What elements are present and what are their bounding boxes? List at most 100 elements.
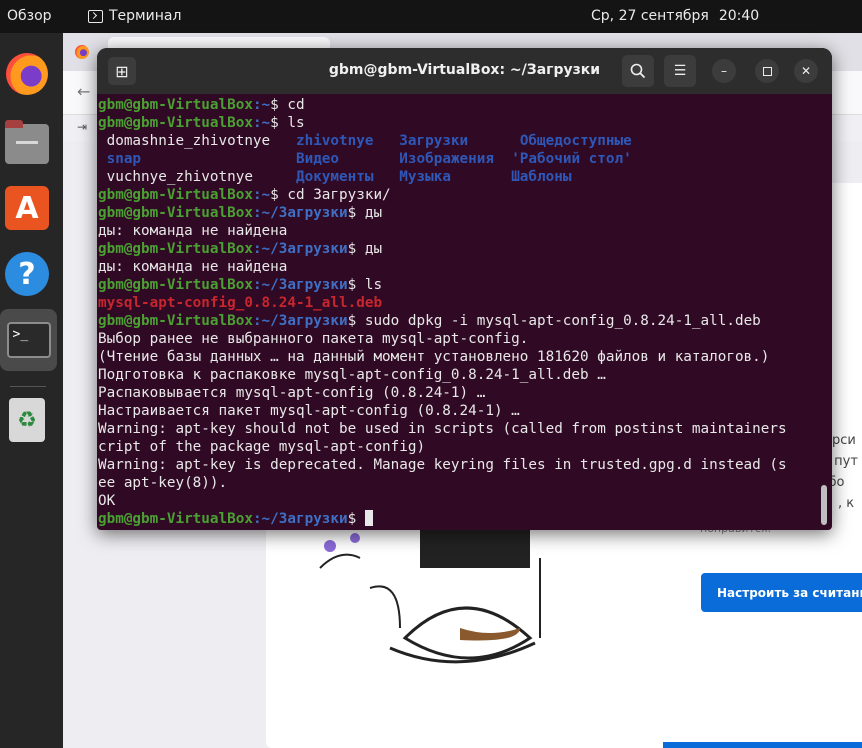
help-icon: ?	[5, 252, 49, 296]
ls-file-entry: mysql-apt-config_0.8.24-1_all.deb	[98, 295, 383, 311]
app-center-icon: A	[5, 186, 49, 230]
minimize-button[interactable]: –	[712, 59, 736, 83]
output-text: Выбор ранее не выбранного пакета mysql-a…	[98, 331, 529, 347]
close-icon: ✕	[800, 64, 812, 78]
menu-button[interactable]: ☰	[664, 55, 696, 87]
page-bottom-bar	[663, 742, 862, 748]
terminal-line: gbm@gbm-VirtualBox:~$ ls	[98, 114, 818, 132]
prompt-user: gbm@gbm-VirtualBox	[98, 205, 253, 221]
terminal-line: Настраивается пакет mysql-apt-config (0.…	[98, 402, 818, 420]
ls-dir-entry: Изображения	[399, 151, 494, 167]
ls-dir-entry: zhivotnye	[295, 133, 374, 149]
dock-files[interactable]	[4, 120, 50, 167]
clock[interactable]: Ср, 27 сентября 20:40	[591, 8, 759, 24]
output-text: ee apt-key(8)).	[98, 475, 228, 491]
ls-dir-entry: Документы	[295, 169, 374, 185]
terminal-line: gbm@gbm-VirtualBox:~/Загрузки$	[98, 510, 818, 528]
trash-icon: ♻	[9, 398, 45, 442]
command-text: $ ды	[347, 205, 383, 221]
firefox-view-icon[interactable]	[75, 45, 89, 59]
ls-entry	[98, 151, 107, 167]
prompt-path: :~/Загрузки	[252, 205, 348, 221]
terminal-line: snap Видео Изображения 'Рабочий стол'	[98, 150, 818, 168]
terminal-line: gbm@gbm-VirtualBox:~$ cd Загрузки/	[98, 186, 818, 204]
terminal-line: cript of the package mysql-apt-config)	[98, 438, 818, 456]
terminal-line: Распаковывается mysql-apt-config (0.8.24…	[98, 384, 818, 402]
maximize-button[interactable]	[755, 59, 779, 83]
ls-entry: domashnie_zhivotnye	[98, 133, 296, 149]
terminal-line: gbm@gbm-VirtualBox:~/Загрузки$ ды	[98, 240, 818, 258]
terminal-line: (Чтение базы данных … на данный момент у…	[98, 348, 818, 366]
output-text: ды: команда не найдена	[98, 259, 288, 275]
import-bookmarks-icon[interactable]: ⇥	[77, 120, 87, 134]
terminal-line: OK	[98, 492, 818, 510]
maximize-icon	[762, 66, 772, 76]
output-text: Warning: apt-key is deprecated. Manage k…	[98, 457, 787, 473]
back-arrow-icon[interactable]: ←	[77, 82, 90, 101]
terminal-output[interactable]: gbm@gbm-VirtualBox:~$ cd gbm@gbm-VirtualB…	[98, 94, 818, 530]
command-text: $ ды	[347, 241, 383, 257]
prompt-path: :~/Загрузки	[252, 313, 348, 329]
output-text: Warning: apt-key should not be used in s…	[98, 421, 787, 437]
terminal-icon: >_	[6, 322, 51, 358]
ls-entry	[339, 151, 399, 167]
terminal-line: gbm@gbm-VirtualBox:~$ cd	[98, 96, 818, 114]
firefox-icon	[6, 53, 48, 95]
close-button[interactable]: ✕	[794, 59, 818, 83]
terminal-line: Подготовка к распаковке mysql-apt-config…	[98, 366, 818, 384]
app-menu[interactable]: Терминал	[88, 8, 181, 24]
ls-dir-entry: snap	[106, 151, 142, 167]
dock-separator	[10, 386, 46, 387]
activities-button[interactable]: Обзор	[7, 8, 52, 24]
files-icon	[5, 120, 49, 164]
terminal-line: domashnie_zhivotnye zhivotnye Загрузки О…	[98, 132, 818, 150]
hamburger-menu-icon: ☰	[673, 63, 687, 79]
prompt-path: :~	[252, 187, 271, 203]
output-text: ды: команда не найдена	[98, 223, 288, 239]
terminal-window[interactable]: ⊞ gbm@gbm-VirtualBox: ~/Загрузки ☰ – ✕ g…	[97, 48, 832, 530]
command-text: $	[347, 511, 365, 527]
terminal-line: Warning: apt-key is deprecated. Manage k…	[98, 456, 818, 474]
top-bar: Обзор Терминал Ср, 27 сентября 20:40	[0, 0, 862, 33]
ls-entry	[373, 133, 399, 149]
dock-terminal[interactable]: >_	[0, 309, 57, 371]
prompt-user: gbm@gbm-VirtualBox	[98, 115, 253, 131]
prompt-user: gbm@gbm-VirtualBox	[98, 97, 253, 113]
output-text: Распаковывается mysql-apt-config (0.8.24…	[98, 385, 486, 401]
prompt-path: :~/Загрузки	[252, 241, 348, 257]
terminal-line: ды: команда не найдена	[98, 258, 818, 276]
terminal-scrollbar[interactable]	[821, 485, 827, 525]
ls-dir-entry: Видео	[295, 151, 340, 167]
dock-help[interactable]: ?	[4, 251, 50, 297]
prompt-user: gbm@gbm-VirtualBox	[98, 313, 253, 329]
ls-entry	[141, 151, 296, 167]
terminal-header-bar[interactable]: ⊞ gbm@gbm-VirtualBox: ~/Загрузки ☰ – ✕	[97, 48, 832, 94]
terminal-line: vuchnye_zhivotnye Документы Музыка Шабло…	[98, 168, 818, 186]
search-button[interactable]	[622, 55, 654, 87]
terminal-cursor	[364, 510, 373, 526]
clock-time: 20:40	[718, 8, 760, 24]
dock-trash[interactable]: ♻	[4, 397, 50, 443]
ls-dir-entry: 'Рабочий стол'	[511, 151, 632, 167]
ls-entry	[373, 169, 399, 185]
terminal-line: Warning: apt-key should not be used in s…	[98, 420, 818, 438]
ls-dir-entry: Музыка	[399, 169, 451, 185]
command-text: $ sudo dpkg -i mysql-apt-config_0.8.24-1…	[347, 313, 761, 329]
prompt-path: :~/Загрузки	[252, 277, 348, 293]
ls-dir-entry: Шаблоны	[511, 169, 572, 185]
dock-firefox[interactable]	[4, 51, 50, 97]
output-text: Настраивается пакет mysql-apt-config (0.…	[98, 403, 520, 419]
terminal-line: ee apt-key(8)).	[98, 474, 818, 492]
terminal-line: gbm@gbm-VirtualBox:~/Загрузки$ ды	[98, 204, 818, 222]
terminal-line: ды: команда не найдена	[98, 222, 818, 240]
minimize-icon: –	[721, 64, 727, 78]
terminal-line: mysql-apt-config_0.8.24-1_all.deb	[98, 294, 818, 312]
command-text: $ cd Загрузки/	[270, 187, 391, 203]
output-text: cript of the package mysql-apt-config)	[98, 439, 426, 455]
dock-app-center[interactable]: A	[4, 185, 50, 231]
output-text: Подготовка к распаковке mysql-apt-config…	[98, 367, 606, 383]
clock-date: Ср, 27 сентября	[591, 8, 709, 24]
prompt-user: gbm@gbm-VirtualBox	[98, 277, 253, 293]
setup-button[interactable]: Настроить за считанны	[701, 573, 862, 612]
ls-entry	[451, 169, 511, 185]
